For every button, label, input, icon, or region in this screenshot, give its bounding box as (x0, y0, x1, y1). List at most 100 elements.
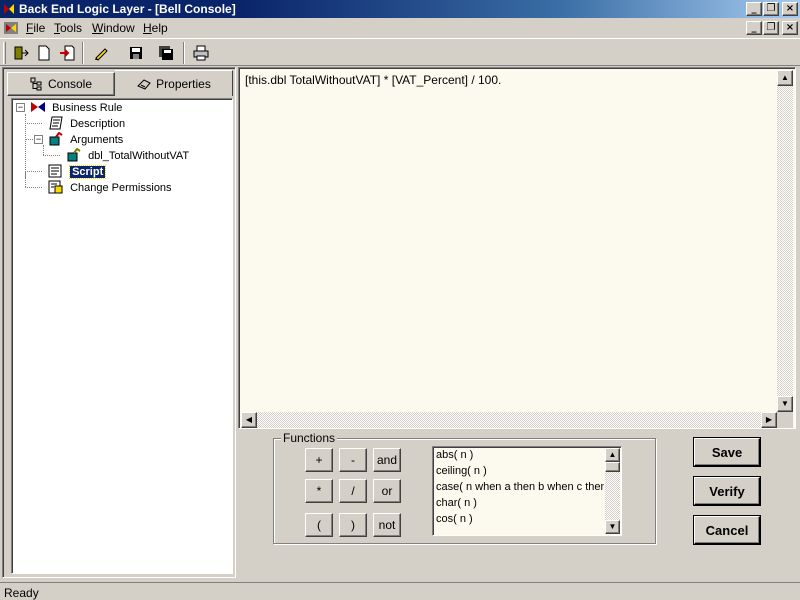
tree-node-arguments[interactable]: Arguments (48, 131, 123, 147)
menu-window[interactable]: Window (92, 21, 135, 35)
save-all-disk-icon (159, 46, 173, 60)
exit-button[interactable] (10, 42, 32, 64)
list-scroll-up-button[interactable]: ▲ (605, 448, 620, 462)
child-minimize-button[interactable]: _ (746, 21, 762, 35)
list-item[interactable]: abs( n ) (436, 449, 473, 461)
status-text: Ready (4, 586, 39, 600)
op-plus-button[interactable]: + (305, 448, 333, 472)
argument-item-icon (67, 147, 81, 162)
scroll-left-button[interactable]: ◀ (241, 412, 257, 428)
console-tree-icon (30, 77, 42, 91)
list-item[interactable]: char( n ) (436, 497, 477, 509)
business-rule-icon (31, 102, 45, 112)
business-rule-tree[interactable]: − − Business Rule Description Arguments … (11, 98, 233, 574)
tree-node-script-label: Script (69, 165, 107, 179)
permissions-icon (48, 180, 63, 194)
scroll-up-button[interactable]: ▲ (777, 70, 793, 86)
left-panel: Console Properties − − Business Rule Des… (2, 67, 236, 578)
script-text[interactable]: [this.dbl TotalWithoutVAT] * [VAT_Percen… (245, 73, 501, 87)
list-item[interactable]: case( n when a then b when c then (436, 481, 604, 493)
arrow-up-icon: ▲ (608, 450, 617, 459)
minimize-icon: _ (751, 3, 757, 14)
expander-arguments[interactable]: − (34, 135, 43, 144)
title-bar[interactable]: Back End Logic Layer - [Bell Console] _ … (0, 0, 800, 18)
editor-vertical-scrollbar[interactable]: ▲ ▼ (777, 70, 793, 412)
toolbar-separator (82, 42, 84, 64)
scroll-down-button[interactable]: ▼ (777, 396, 793, 412)
menu-tools[interactable]: Tools (54, 21, 82, 35)
new-button[interactable] (33, 42, 55, 64)
editor-horizontal-scrollbar[interactable]: ◀ ▶ (241, 412, 777, 428)
close-icon: × (785, 3, 795, 14)
restore-button[interactable]: ❐ (763, 2, 779, 16)
arrow-right-icon: ▶ (765, 415, 773, 424)
script-icon (48, 164, 62, 178)
menu-help[interactable]: Help (143, 21, 168, 35)
minimize-button[interactable]: _ (746, 2, 762, 16)
description-scroll-icon (49, 116, 63, 130)
scroll-corner (777, 412, 793, 428)
status-bar: Ready (0, 582, 800, 600)
arrow-up-icon: ▲ (781, 73, 789, 82)
cancel-button[interactable]: Cancel (694, 516, 760, 544)
toolbar-grip[interactable] (3, 42, 6, 64)
save-disk-icon (130, 47, 142, 59)
child-window-icon[interactable] (3, 21, 19, 35)
import-icon (60, 45, 75, 61)
arrow-left-icon: ◀ (245, 415, 253, 424)
edit-button[interactable] (90, 42, 112, 64)
op-not-button[interactable]: not (373, 513, 401, 537)
new-document-icon (38, 45, 50, 61)
save-all-button[interactable] (155, 42, 177, 64)
list-scroll-down-button[interactable]: ▼ (605, 520, 620, 534)
op-close-paren-button[interactable]: ) (339, 513, 367, 537)
toolbar (0, 38, 800, 66)
list-scroll-thumb[interactable] (605, 462, 620, 472)
tree-node-business-rule[interactable]: Business Rule (30, 100, 122, 115)
op-divide-button[interactable]: / (339, 479, 367, 503)
tab-console[interactable]: Console (7, 72, 115, 96)
op-or-button[interactable]: or (373, 479, 401, 503)
restore-icon: ❐ (766, 22, 776, 33)
save-button[interactable]: Save (694, 438, 760, 466)
list-item[interactable]: cos( n ) (436, 513, 473, 525)
op-multiply-button[interactable]: * (305, 479, 333, 503)
edit-pencil-icon (95, 48, 108, 61)
tree-node-script[interactable]: Script (48, 164, 107, 179)
restore-icon: ❐ (766, 3, 776, 14)
list-item[interactable]: ceiling( n ) (436, 465, 487, 477)
print-icon (193, 45, 209, 61)
toolbar-separator (183, 42, 185, 64)
tree-node-change-permissions[interactable]: Change Permissions (48, 180, 172, 195)
save-toolbar-button[interactable] (125, 42, 147, 64)
scroll-right-button[interactable]: ▶ (761, 412, 777, 428)
menu-file[interactable]: File (26, 21, 45, 35)
tab-properties[interactable]: Properties (115, 70, 233, 96)
script-editor[interactable]: [this.dbl TotalWithoutVAT] * [VAT_Percen… (238, 67, 796, 429)
window-title: Back End Logic Layer - [Bell Console] (19, 2, 236, 16)
function-list[interactable]: abs( n ) ceiling( n ) case( n when a the… (432, 446, 622, 536)
arrow-down-icon: ▼ (608, 522, 617, 531)
child-restore-button[interactable]: ❐ (763, 21, 779, 35)
op-open-paren-button[interactable]: ( (305, 513, 333, 537)
tree-node-description[interactable]: Description (48, 116, 125, 131)
op-and-button[interactable]: and (373, 448, 401, 472)
function-list-scrollbar[interactable]: ▲ ▼ (605, 448, 620, 534)
arguments-icon (49, 131, 63, 146)
menu-bar: File Tools Window Help _ ❐ × (0, 18, 800, 38)
import-button[interactable] (56, 42, 78, 64)
arrow-down-icon: ▼ (781, 399, 789, 408)
print-button[interactable] (190, 42, 212, 64)
expander-business-rule[interactable]: − (16, 103, 25, 112)
close-icon: × (785, 22, 795, 33)
close-button[interactable]: × (782, 2, 798, 16)
verify-button[interactable]: Verify (694, 477, 760, 505)
functions-legend: Functions (281, 431, 338, 445)
exit-icon (14, 46, 29, 60)
properties-hand-icon (137, 78, 151, 90)
minimize-icon: _ (751, 22, 757, 33)
app-logo-icon (2, 2, 16, 16)
op-minus-button[interactable]: - (339, 448, 367, 472)
tree-node-argument-item[interactable]: dbl_TotalWithoutVAT (66, 147, 189, 163)
child-close-button[interactable]: × (782, 21, 798, 35)
